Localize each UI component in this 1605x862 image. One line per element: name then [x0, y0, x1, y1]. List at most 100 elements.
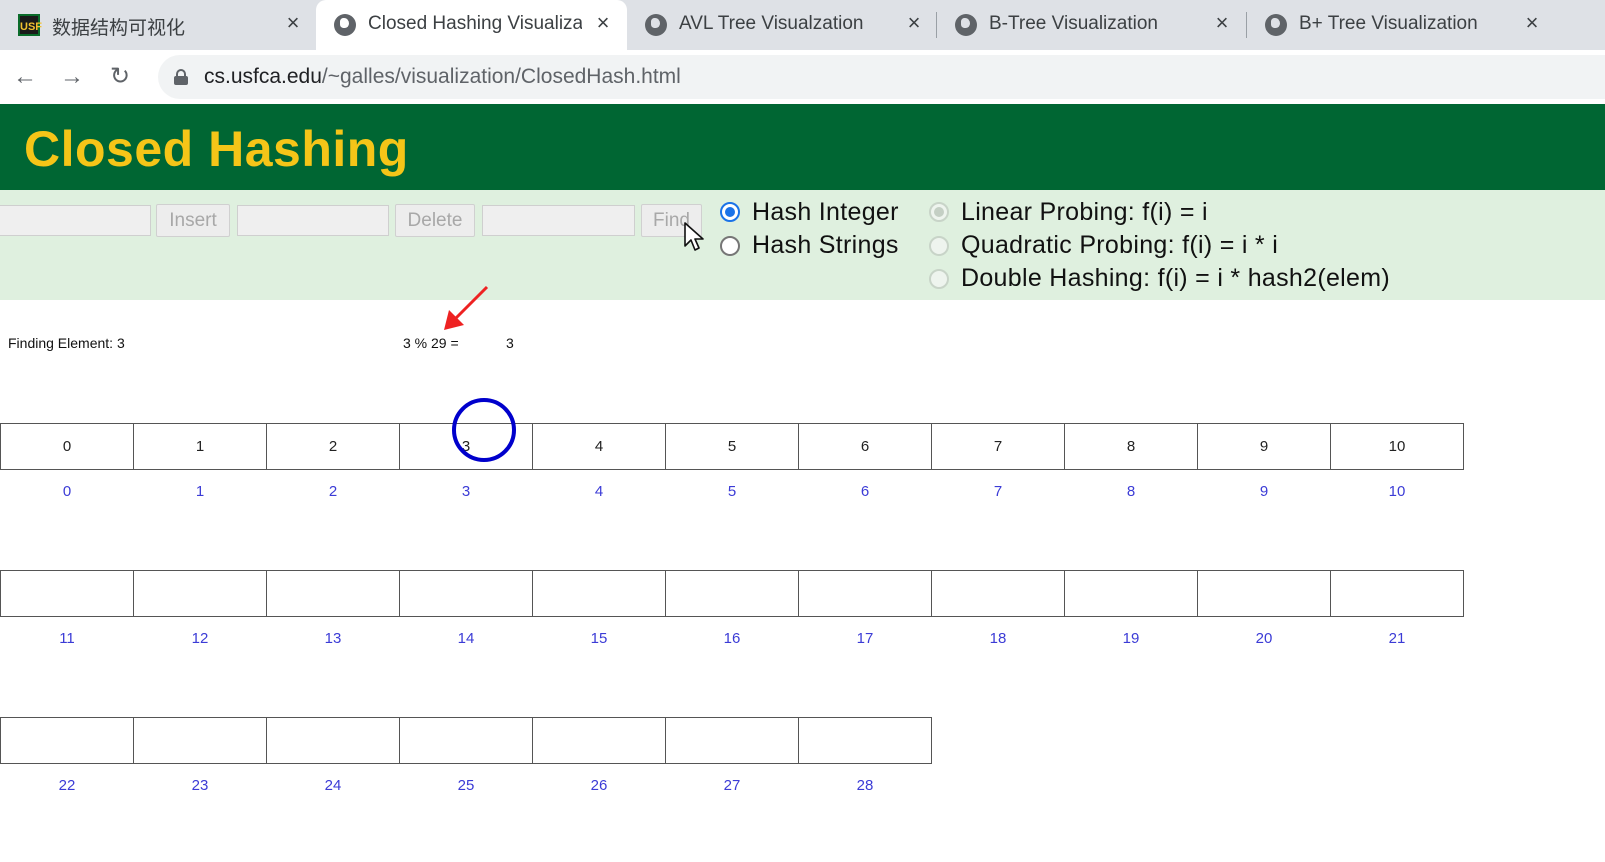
- delete-value-input[interactable]: [237, 205, 389, 236]
- globe-icon: [955, 14, 977, 36]
- hash-result: 3: [506, 335, 514, 351]
- hash-table-cell: [798, 717, 932, 764]
- tab-avl-tree[interactable]: AVL Tree Visualzation ×: [627, 0, 936, 50]
- find-highlight-circle: [452, 398, 516, 462]
- hash-table-index-label: 15: [590, 630, 608, 647]
- tab-close-icon[interactable]: ×: [1209, 10, 1235, 36]
- hash-table-cell: [532, 717, 666, 764]
- hash-table-index-label: 18: [989, 630, 1007, 647]
- hash-table-cell: 5: [665, 423, 799, 470]
- browser-tab-bar: USF 数据结构可视化 × Closed Hashing Visualizati…: [0, 0, 1605, 50]
- hash-table-cell: [0, 717, 134, 764]
- tab-title: B-Tree Visualization: [989, 13, 1158, 34]
- hash-table-index-label: 4: [594, 483, 604, 500]
- quadratic-probing-radio[interactable]: [929, 236, 949, 256]
- tab-title: Closed Hashing Visualization: [368, 13, 582, 34]
- hash-table-cell: [1197, 570, 1331, 617]
- hash-table-index-label: 9: [1259, 483, 1269, 500]
- hash-integer-radio[interactable]: [720, 202, 740, 222]
- globe-icon: [645, 14, 667, 36]
- browser-toolbar: ← → ↻ cs.usfca.edu/~galles/visualization…: [0, 50, 1605, 104]
- hash-table-cell: 7: [931, 423, 1065, 470]
- hash-table-cell: [133, 570, 267, 617]
- delete-button[interactable]: Delete: [395, 204, 475, 237]
- hash-table-cell: [133, 717, 267, 764]
- hash-table-index-label: 14: [457, 630, 475, 647]
- hash-table-cell: 1: [133, 423, 267, 470]
- hash-table-cell: 0: [0, 423, 134, 470]
- hash-table-index-label: 16: [723, 630, 741, 647]
- tab-b-tree[interactable]: B-Tree Visualization ×: [937, 0, 1246, 50]
- hash-table-index-label: 20: [1255, 630, 1273, 647]
- tab-close-icon[interactable]: ×: [280, 10, 306, 36]
- globe-icon: [1265, 14, 1287, 36]
- insert-button[interactable]: Insert: [156, 204, 230, 237]
- hash-table-cell: 10: [1330, 423, 1464, 470]
- url-path: /~galles/visualization/ClosedHash.html: [321, 65, 681, 88]
- controls-panel: Insert Delete Find Hash Integer Hash Str…: [0, 190, 1605, 300]
- hash-table-cell: 6: [798, 423, 932, 470]
- hash-table-cell: [399, 570, 533, 617]
- linear-probing-radio[interactable]: [929, 202, 949, 222]
- hash-table-index-label: 17: [856, 630, 874, 647]
- page-title: Closed Hashing: [24, 121, 409, 177]
- tab-close-icon[interactable]: ×: [901, 10, 927, 36]
- hash-table-index-label: 19: [1122, 630, 1140, 647]
- hash-table-index-label: 5: [727, 483, 737, 500]
- tab-closed-hashing[interactable]: Closed Hashing Visualization ×: [316, 0, 627, 50]
- hash-strings-radio[interactable]: [720, 236, 740, 256]
- tab-title: AVL Tree Visualzation: [679, 13, 864, 34]
- insert-value-input[interactable]: [0, 205, 151, 236]
- hash-table-index-label: 26: [590, 777, 608, 794]
- hash-table-index-label: 27: [723, 777, 741, 794]
- hash-table-cell: [665, 570, 799, 617]
- address-bar[interactable]: cs.usfca.edu/~galles/visualization/Close…: [158, 55, 1605, 99]
- hash-table-index-label: 10: [1388, 483, 1406, 500]
- hash-table-index-label: 23: [191, 777, 209, 794]
- tab-b-plus-tree[interactable]: B+ Tree Visualization ×: [1247, 0, 1555, 50]
- url-text[interactable]: cs.usfca.edu/~galles/visualization/Close…: [204, 65, 681, 89]
- tab-close-icon[interactable]: ×: [1519, 10, 1545, 36]
- hash-table-cell: [532, 570, 666, 617]
- tab-data-structure-visualization[interactable]: USF 数据结构可视化 ×: [0, 0, 315, 50]
- hash-table-index-label: 1: [195, 483, 205, 500]
- hash-table-index-label: 24: [324, 777, 342, 794]
- hash-table-index-label: 13: [324, 630, 342, 647]
- hash-table-cell: [0, 570, 134, 617]
- hash-strings-label[interactable]: Hash Strings: [752, 231, 899, 260]
- quadratic-probing-label[interactable]: Quadratic Probing: f(i) = i * i: [961, 231, 1278, 260]
- hash-table-cell: 9: [1197, 423, 1331, 470]
- hash-table-index-label: 8: [1126, 483, 1136, 500]
- hash-table-index-label: 11: [59, 630, 75, 647]
- hash-table-cell: 2: [266, 423, 400, 470]
- hash-table-index-label: 3: [461, 483, 471, 500]
- linear-probing-label[interactable]: Linear Probing: f(i) = i: [961, 198, 1208, 227]
- hash-table-index-label: 21: [1388, 630, 1406, 647]
- hash-table-cell: [399, 717, 533, 764]
- lock-icon[interactable]: [174, 69, 188, 85]
- url-host: cs.usfca.edu: [204, 65, 322, 88]
- reload-icon[interactable]: ↻: [104, 61, 136, 93]
- hash-table-index-label: 22: [58, 777, 76, 794]
- globe-icon: [334, 14, 356, 36]
- hash-table-index-label: 7: [993, 483, 1003, 500]
- hash-table-cell: 4: [532, 423, 666, 470]
- forward-arrow-icon[interactable]: →: [56, 61, 88, 93]
- hash-table-index-label: 6: [860, 483, 870, 500]
- usf-logo-icon: USF: [18, 14, 42, 36]
- find-value-input[interactable]: [482, 205, 635, 236]
- hash-integer-label[interactable]: Hash Integer: [752, 198, 899, 227]
- hash-table-index-label: 12: [191, 630, 209, 647]
- hash-table-cell: [1330, 570, 1464, 617]
- double-hashing-label[interactable]: Double Hashing: f(i) = i * hash2(elem): [961, 264, 1390, 293]
- hash-table-cell: [266, 717, 400, 764]
- hash-table-index-label: 2: [328, 483, 338, 500]
- tab-close-icon[interactable]: ×: [590, 10, 616, 36]
- hash-table-cell: [665, 717, 799, 764]
- back-arrow-icon[interactable]: ←: [9, 61, 41, 93]
- page-header: Closed Hashing: [0, 104, 1605, 190]
- annotation-arrow-icon: [444, 285, 489, 330]
- double-hashing-radio[interactable]: [929, 269, 949, 289]
- hash-table-cell: [1064, 570, 1198, 617]
- tab-title: B+ Tree Visualization: [1299, 13, 1478, 34]
